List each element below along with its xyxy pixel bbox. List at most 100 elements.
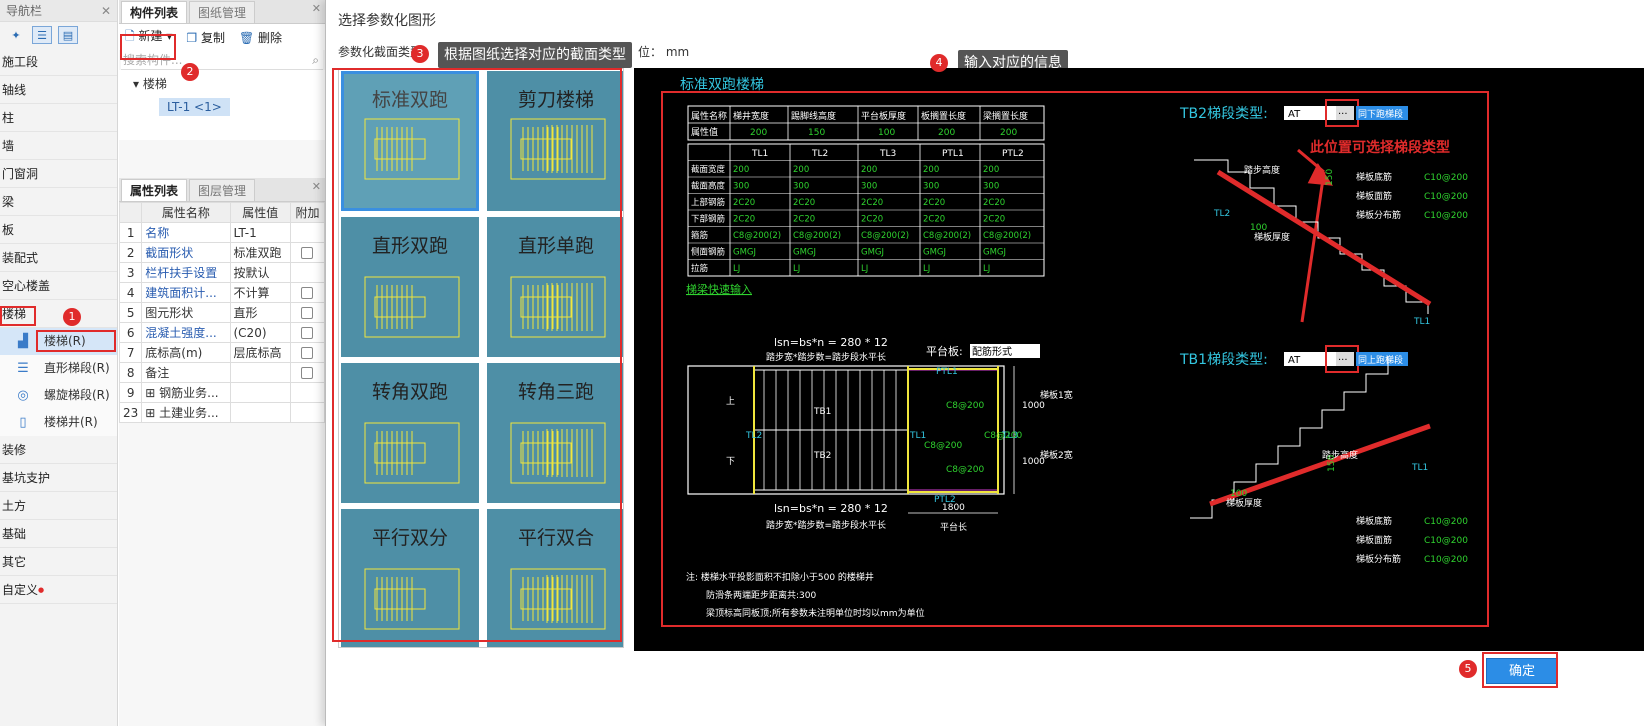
beam-value-cell[interactable]: 2C20 bbox=[733, 198, 755, 208]
beam-value-cell[interactable]: GMGJ bbox=[923, 248, 946, 258]
beam-value-cell[interactable]: 300 bbox=[861, 182, 877, 192]
beam-value-cell[interactable]: 2C20 bbox=[983, 198, 1005, 208]
property-row[interactable]: 23 ⊞ 土建业务... bbox=[118, 402, 326, 423]
extra-checkbox[interactable] bbox=[301, 287, 314, 299]
beam-value-cell[interactable]: 200 bbox=[923, 165, 939, 175]
nav-subitem-2[interactable]: ◎ 螺旋梯段(R) bbox=[0, 382, 117, 409]
beam-value-cell[interactable]: GMGJ bbox=[733, 248, 756, 258]
expand-icon[interactable]: ⊞ bbox=[145, 406, 159, 420]
property-value[interactable]: 按默认 bbox=[229, 262, 291, 283]
nav-item-4[interactable]: 门窗洞 bbox=[0, 160, 117, 188]
search-icon[interactable]: ⌕ bbox=[312, 50, 319, 70]
beam-value-cell[interactable]: LJ bbox=[861, 264, 868, 274]
nav-item-6[interactable]: 板 bbox=[0, 216, 117, 244]
beam-value-cell[interactable]: 200 bbox=[733, 165, 749, 175]
tb2-bar-value[interactable]: C10@200 bbox=[1424, 192, 1468, 202]
delete-button[interactable]: 🗑 删除 bbox=[239, 29, 282, 46]
beam-value-cell[interactable]: C8@200(2) bbox=[983, 231, 1031, 241]
tab-drawing-management[interactable]: 图纸管理 bbox=[189, 1, 256, 23]
tb1-bar-value[interactable]: C10@200 bbox=[1424, 555, 1468, 565]
extra-checkbox[interactable] bbox=[301, 347, 314, 359]
nav-item-2[interactable]: 柱 bbox=[0, 104, 117, 132]
beam-value-cell[interactable]: GMGJ bbox=[983, 248, 1006, 258]
param-value-cell[interactable]: 属性值 bbox=[691, 126, 718, 138]
close-icon[interactable]: ✕ bbox=[312, 2, 321, 15]
property-value[interactable]: 直形 bbox=[229, 302, 291, 323]
property-row[interactable]: 7 底标高(m) 层底标高 bbox=[118, 342, 326, 363]
beam-value-cell[interactable]: 2C20 bbox=[923, 215, 945, 225]
beam-value-cell[interactable]: 2C20 bbox=[923, 198, 945, 208]
nav-item-after-3[interactable]: 基础 bbox=[0, 520, 117, 548]
nav-item-0[interactable]: 施工段 bbox=[0, 48, 117, 76]
tb1-bar-value[interactable]: C10@200 bbox=[1424, 536, 1468, 546]
close-icon[interactable]: ✕ bbox=[312, 180, 321, 193]
nav-item-after-0[interactable]: 装修 bbox=[0, 436, 117, 464]
beam-value-cell[interactable]: 2C20 bbox=[733, 215, 755, 225]
beam-value-cell[interactable]: 2C20 bbox=[861, 215, 883, 225]
tree-leaf-lt1[interactable]: LT-1 <1> bbox=[159, 98, 230, 116]
nav-item-1[interactable]: 轴线 bbox=[0, 76, 117, 104]
property-value[interactable]: 不计算 bbox=[229, 282, 291, 303]
property-value[interactable]: (C20) bbox=[229, 322, 291, 343]
nav-item-after-5[interactable]: 自定义● bbox=[0, 576, 117, 604]
property-row[interactable]: 9 ⊞ 钢筋业务... bbox=[118, 382, 326, 403]
tab-property-list[interactable]: 属性列表 bbox=[121, 179, 188, 201]
beam-value-cell[interactable]: 300 bbox=[923, 182, 939, 192]
nav-item-after-4[interactable]: 其它 bbox=[0, 548, 117, 576]
param-value-cell[interactable]: 200 bbox=[1000, 128, 1017, 138]
tab-layer-management[interactable]: 图层管理 bbox=[189, 179, 256, 201]
tab-component-list[interactable]: 构件列表 bbox=[121, 1, 188, 23]
beam-value-cell[interactable]: 2C20 bbox=[983, 215, 1005, 225]
tb1-bar-value[interactable]: C10@200 bbox=[1424, 517, 1468, 527]
property-row[interactable]: 6 混凝土强度... (C20) bbox=[118, 322, 326, 343]
property-row[interactable]: 1 名称 LT-1 bbox=[118, 222, 326, 243]
property-row[interactable]: 8 备注 bbox=[118, 362, 326, 383]
property-row[interactable]: 4 建筑面积计... 不计算 bbox=[118, 282, 326, 303]
property-value[interactable] bbox=[229, 382, 291, 403]
beam-value-cell[interactable]: 2C20 bbox=[793, 215, 815, 225]
list-view-icon[interactable]: ☰ bbox=[32, 26, 52, 44]
nav-subitem-3[interactable]: ▯ 楼梯井(R) bbox=[0, 409, 117, 436]
property-value[interactable]: LT-1 bbox=[229, 222, 291, 243]
quick-input-link[interactable]: 梯梁快速输入 bbox=[686, 282, 752, 296]
extra-checkbox[interactable] bbox=[301, 247, 314, 259]
property-row[interactable]: 2 截面形状 标准双跑 bbox=[118, 242, 326, 263]
param-value-cell[interactable]: 150 bbox=[808, 128, 825, 138]
nav-item-after-2[interactable]: 土方 bbox=[0, 492, 117, 520]
nav-item-8[interactable]: 空心楼盖 bbox=[0, 272, 117, 300]
nav-item-after-1[interactable]: 基坑支护 bbox=[0, 464, 117, 492]
beam-value-cell[interactable]: LJ bbox=[983, 264, 990, 274]
close-icon[interactable]: ✕ bbox=[101, 0, 111, 22]
extra-checkbox[interactable] bbox=[301, 327, 314, 339]
beam-value-cell[interactable]: C8@200(2) bbox=[733, 231, 781, 241]
beam-value-cell[interactable]: 2C20 bbox=[793, 198, 815, 208]
nav-item-3[interactable]: 墙 bbox=[0, 132, 117, 160]
copy-button[interactable]: ❐ 复制 bbox=[186, 29, 225, 46]
nav-item-7[interactable]: 装配式 bbox=[0, 244, 117, 272]
beam-value-cell[interactable]: LJ bbox=[923, 264, 930, 274]
expand-icon[interactable]: ⊞ bbox=[145, 386, 159, 400]
beam-value-cell[interactable]: LJ bbox=[793, 264, 800, 274]
nav-subitem-1[interactable]: ☰ 直形梯段(R) bbox=[0, 355, 117, 382]
beam-value-cell[interactable]: 300 bbox=[733, 182, 749, 192]
property-value[interactable]: 标准双跑 bbox=[229, 242, 291, 263]
pin-icon[interactable]: ✦ bbox=[6, 26, 26, 44]
beam-value-cell[interactable]: 300 bbox=[793, 182, 809, 192]
tb2-bar-value[interactable]: C10@200 bbox=[1424, 211, 1468, 221]
beam-value-cell[interactable]: 200 bbox=[793, 165, 809, 175]
property-row[interactable]: 5 图元形状 直形 bbox=[118, 302, 326, 323]
beam-value-cell[interactable]: 200 bbox=[861, 165, 877, 175]
beam-value-cell[interactable]: LJ bbox=[733, 264, 740, 274]
property-row[interactable]: 3 栏杆扶手设置 按默认 bbox=[118, 262, 326, 283]
beam-value-cell[interactable]: C8@200(2) bbox=[793, 231, 841, 241]
tree-node-stair[interactable]: ▾ 楼梯 bbox=[119, 74, 325, 94]
nav-item-5[interactable]: 梁 bbox=[0, 188, 117, 216]
tb2-bar-value[interactable]: C10@200 bbox=[1424, 173, 1468, 183]
beam-value-cell[interactable]: GMGJ bbox=[861, 248, 884, 258]
property-value[interactable] bbox=[229, 402, 291, 423]
beam-value-cell[interactable]: 200 bbox=[983, 165, 999, 175]
detail-view-icon[interactable]: ▤ bbox=[58, 26, 78, 44]
beam-value-cell[interactable]: 300 bbox=[983, 182, 999, 192]
property-value[interactable] bbox=[229, 362, 291, 383]
extra-checkbox[interactable] bbox=[301, 367, 314, 379]
